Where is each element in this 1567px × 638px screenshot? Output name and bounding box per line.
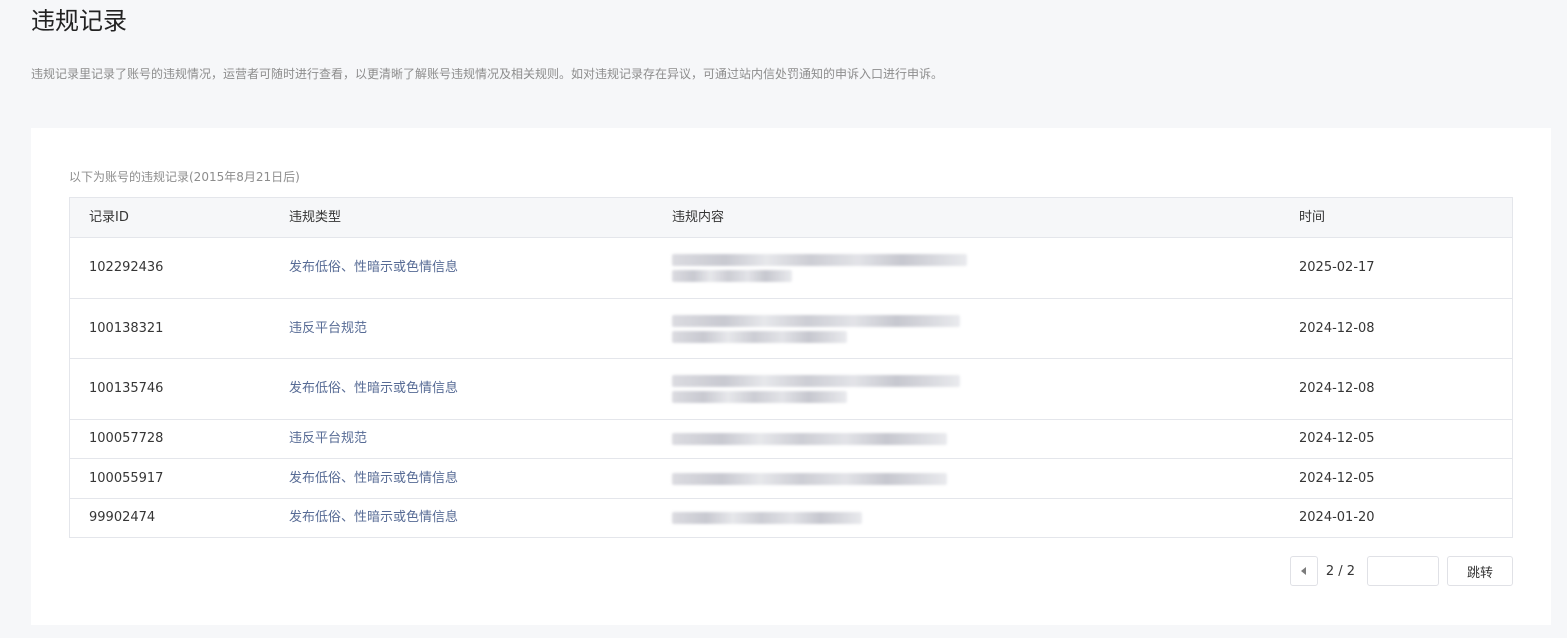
record-id: 100055917 (89, 470, 164, 486)
record-time: 2024-12-08 (1299, 381, 1375, 396)
redacted-content (672, 371, 972, 407)
record-id: 100138321 (89, 320, 164, 336)
column-header-id: 记录ID (89, 209, 129, 225)
violation-type-link[interactable]: 发布低俗、性暗示或色情信息 (289, 379, 458, 399)
records-table: 记录ID 违规类型 违规内容 时间 102292436 发布低俗、性暗示或色情信… (69, 197, 1513, 538)
violation-type-link[interactable]: 发布低俗、性暗示或色情信息 (289, 258, 458, 278)
table-row: 100135746 发布低俗、性暗示或色情信息 2024-12-08 (70, 358, 1512, 419)
redacted-content (672, 508, 972, 528)
pagination: 2 / 2 跳转 (1289, 556, 1513, 586)
violation-type-link[interactable]: 发布低俗、性暗示或色情信息 (289, 508, 458, 528)
record-time: 2024-12-05 (1299, 470, 1375, 486)
table-header-row: 记录ID 违规类型 违规内容 时间 (70, 198, 1512, 237)
table-caption: 以下为账号的违规记录(2015年8月21日后) (69, 170, 300, 184)
table-row: 100055917 发布低俗、性暗示或色情信息 2024-12-05 (70, 458, 1512, 498)
redacted-content (672, 429, 972, 449)
page-description: 违规记录里记录了账号的违规情况，运营者可随时进行查看，以更清晰了解账号违规情况及… (31, 67, 944, 81)
column-header-time: 时间 (1299, 209, 1326, 225)
page-indicator: 2 / 2 (1325, 563, 1355, 579)
redacted-content (672, 311, 972, 347)
violation-type-link[interactable]: 违反平台规范 (289, 319, 367, 339)
caret-left-icon (1301, 567, 1307, 575)
record-id: 100135746 (89, 381, 164, 396)
violation-type-link[interactable]: 违反平台规范 (289, 429, 367, 449)
record-time: 2024-12-08 (1299, 320, 1375, 336)
page-title: 违规记录 (31, 7, 127, 35)
record-time: 2024-01-20 (1299, 510, 1375, 525)
record-id: 99902474 (89, 510, 156, 525)
records-panel: 以下为账号的违规记录(2015年8月21日后) 记录ID 违规类型 违规内容 时… (31, 128, 1551, 625)
table-row: 100138321 违反平台规范 2024-12-08 (70, 298, 1512, 358)
record-time: 2024-12-05 (1299, 431, 1375, 446)
record-id: 100057728 (89, 431, 164, 446)
page-number-input[interactable] (1367, 556, 1439, 586)
jump-button[interactable]: 跳转 (1447, 556, 1513, 586)
record-id: 102292436 (89, 260, 164, 275)
redacted-content (672, 250, 972, 286)
table-row: 99902474 发布低俗、性暗示或色情信息 2024-01-20 (70, 498, 1512, 537)
table-row: 100057728 违反平台规范 2024-12-05 (70, 419, 1512, 458)
record-time: 2025-02-17 (1299, 260, 1375, 275)
violation-type-link[interactable]: 发布低俗、性暗示或色情信息 (289, 469, 458, 489)
column-header-content: 违规内容 (672, 209, 725, 225)
column-header-type: 违规类型 (289, 209, 342, 225)
redacted-content (672, 469, 972, 489)
table-row: 102292436 发布低俗、性暗示或色情信息 2025-02-17 (70, 237, 1512, 298)
prev-page-button[interactable] (1289, 556, 1318, 586)
